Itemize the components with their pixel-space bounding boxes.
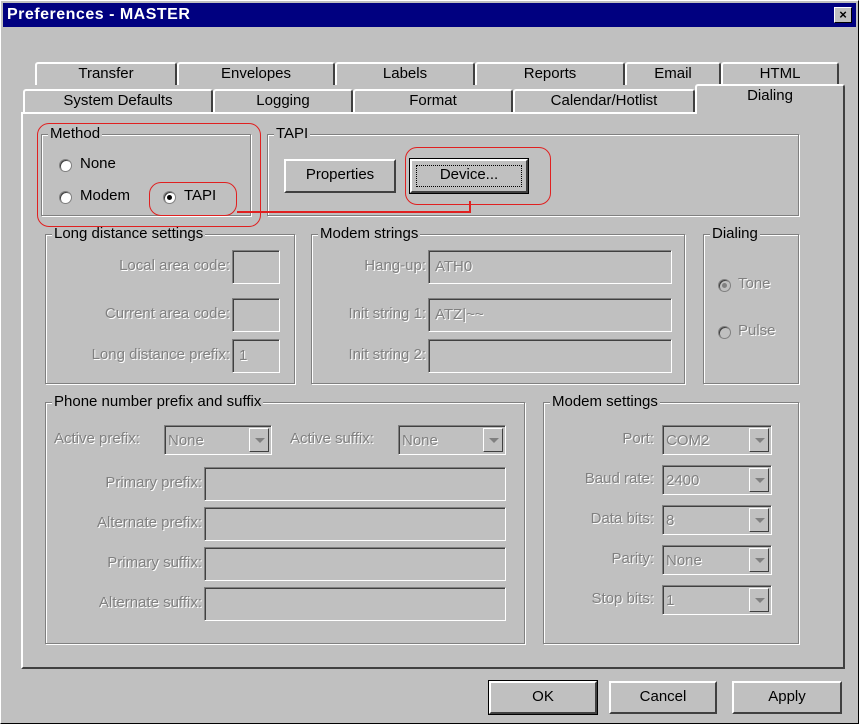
tapi-highlight-annotation xyxy=(149,182,237,216)
tab-reports[interactable]: Reports xyxy=(475,62,625,85)
tab-system-defaults[interactable]: System Defaults xyxy=(23,89,213,112)
chevron-down-icon[interactable] xyxy=(749,428,769,452)
stop-bits-value: 1 xyxy=(666,592,675,609)
cancel-button[interactable]: Cancel xyxy=(609,681,717,714)
connector-line-annotation-vertical xyxy=(469,201,471,213)
hangup-field[interactable]: ATH0 xyxy=(428,250,672,284)
pulse-label[interactable]: Pulse xyxy=(738,322,776,339)
alternate-prefix-label: Alternate prefix: xyxy=(96,514,202,531)
tab-format[interactable]: Format xyxy=(353,89,513,112)
primary-suffix-field[interactable] xyxy=(204,547,506,581)
tab-email[interactable]: Email xyxy=(625,62,721,85)
tab-transfer[interactable]: Transfer xyxy=(35,62,177,85)
ok-button-label: OK xyxy=(532,688,554,705)
current-area-code-label: Current area code: xyxy=(104,305,230,322)
long-distance-legend: Long distance settings xyxy=(52,225,206,242)
dialing-legend: Dialing xyxy=(710,225,760,242)
active-prefix-combo[interactable]: None xyxy=(164,425,272,455)
modem-strings-legend: Modem strings xyxy=(318,225,421,242)
prefix-suffix-legend: Phone number prefix and suffix xyxy=(52,393,264,410)
primary-prefix-field[interactable] xyxy=(204,467,506,501)
baud-rate-value: 2400 xyxy=(666,472,700,489)
modem-settings-legend: Modem settings xyxy=(550,393,660,410)
chevron-down-icon[interactable] xyxy=(483,428,503,452)
active-suffix-combo[interactable]: None xyxy=(398,425,506,455)
primary-suffix-label: Primary suffix: xyxy=(107,554,202,571)
init-string-2-label: Init string 2: xyxy=(348,346,426,363)
tab-labels[interactable]: Labels xyxy=(335,62,475,85)
tab-html[interactable]: HTML xyxy=(721,62,839,85)
port-label: Port: xyxy=(622,430,654,447)
alternate-prefix-field[interactable] xyxy=(204,507,506,541)
prefix-suffix-group: Phone number prefix and suffix Active pr… xyxy=(45,393,525,644)
active-prefix-label: Active prefix: xyxy=(54,430,140,447)
data-bits-combo[interactable]: 8 xyxy=(662,505,772,535)
preferences-window: Preferences - MASTER × Transfer Envelope… xyxy=(0,0,859,724)
long-distance-prefix-label: Long distance prefix: xyxy=(91,346,230,363)
port-value: COM2 xyxy=(666,432,710,449)
parity-value: None xyxy=(666,552,702,569)
ok-button[interactable]: OK xyxy=(488,680,598,715)
connector-line-annotation xyxy=(237,211,471,213)
apply-button-label: Apply xyxy=(768,688,806,705)
chevron-down-icon[interactable] xyxy=(749,548,769,572)
tab-envelopes[interactable]: Envelopes xyxy=(177,62,335,85)
active-prefix-value: None xyxy=(168,432,204,449)
alternate-suffix-label: Alternate suffix: xyxy=(98,594,202,611)
primary-prefix-label: Primary prefix: xyxy=(105,474,202,491)
tone-radio[interactable] xyxy=(718,279,731,292)
tapi-legend: TAPI xyxy=(274,125,311,142)
chevron-down-icon[interactable] xyxy=(749,468,769,492)
apply-button[interactable]: Apply xyxy=(732,681,842,714)
tab-calendar-hotlist[interactable]: Calendar/Hotlist xyxy=(513,89,695,112)
init-string-1-field[interactable]: ATZ|~~ xyxy=(428,298,672,332)
local-area-code-field[interactable] xyxy=(232,250,280,284)
init-string-2-field[interactable] xyxy=(428,339,672,373)
parity-label: Parity: xyxy=(611,550,654,567)
port-combo[interactable]: COM2 xyxy=(662,425,772,455)
local-area-code-label: Local area code: xyxy=(119,257,230,274)
device-highlight-annotation xyxy=(405,147,551,205)
stop-bits-label: Stop bits: xyxy=(591,590,654,607)
baud-rate-label: Baud rate: xyxy=(584,470,654,487)
title-bar[interactable]: Preferences - MASTER × xyxy=(3,3,856,27)
chevron-down-icon[interactable] xyxy=(749,588,769,612)
current-area-code-field[interactable] xyxy=(232,298,280,332)
chevron-down-icon[interactable] xyxy=(749,508,769,532)
long-distance-prefix-field[interactable]: 1 xyxy=(232,339,280,373)
dialing-group: Dialing Tone Pulse xyxy=(703,225,799,384)
window-title: Preferences - MASTER xyxy=(7,6,191,23)
pulse-radio[interactable] xyxy=(718,326,731,339)
stop-bits-combo[interactable]: 1 xyxy=(662,585,772,615)
properties-button-label: Properties xyxy=(305,166,375,183)
alternate-suffix-field[interactable] xyxy=(204,587,506,621)
tone-label[interactable]: Tone xyxy=(738,275,771,292)
chevron-down-icon[interactable] xyxy=(249,428,269,452)
modem-strings-group: Modem strings Hang-up: ATH0 Init string … xyxy=(311,225,685,384)
active-suffix-label: Active suffix: xyxy=(290,430,374,447)
data-bits-value: 8 xyxy=(666,512,675,529)
close-button[interactable]: × xyxy=(834,7,852,23)
hangup-label: Hang-up: xyxy=(364,257,426,274)
tab-logging[interactable]: Logging xyxy=(213,89,353,112)
cancel-button-label: Cancel xyxy=(639,688,687,705)
long-distance-group: Long distance settings Local area code: … xyxy=(45,225,295,384)
init-string-1-label: Init string 1: xyxy=(348,305,426,322)
tab-dialing[interactable]: Dialing xyxy=(695,84,845,114)
parity-combo[interactable]: None xyxy=(662,545,772,575)
properties-button[interactable]: Properties xyxy=(284,159,396,193)
baud-rate-combo[interactable]: 2400 xyxy=(662,465,772,495)
modem-settings-group: Modem settings Port: COM2 Baud rate: 240… xyxy=(543,393,799,644)
data-bits-label: Data bits: xyxy=(590,510,654,527)
active-suffix-value: None xyxy=(402,432,438,449)
